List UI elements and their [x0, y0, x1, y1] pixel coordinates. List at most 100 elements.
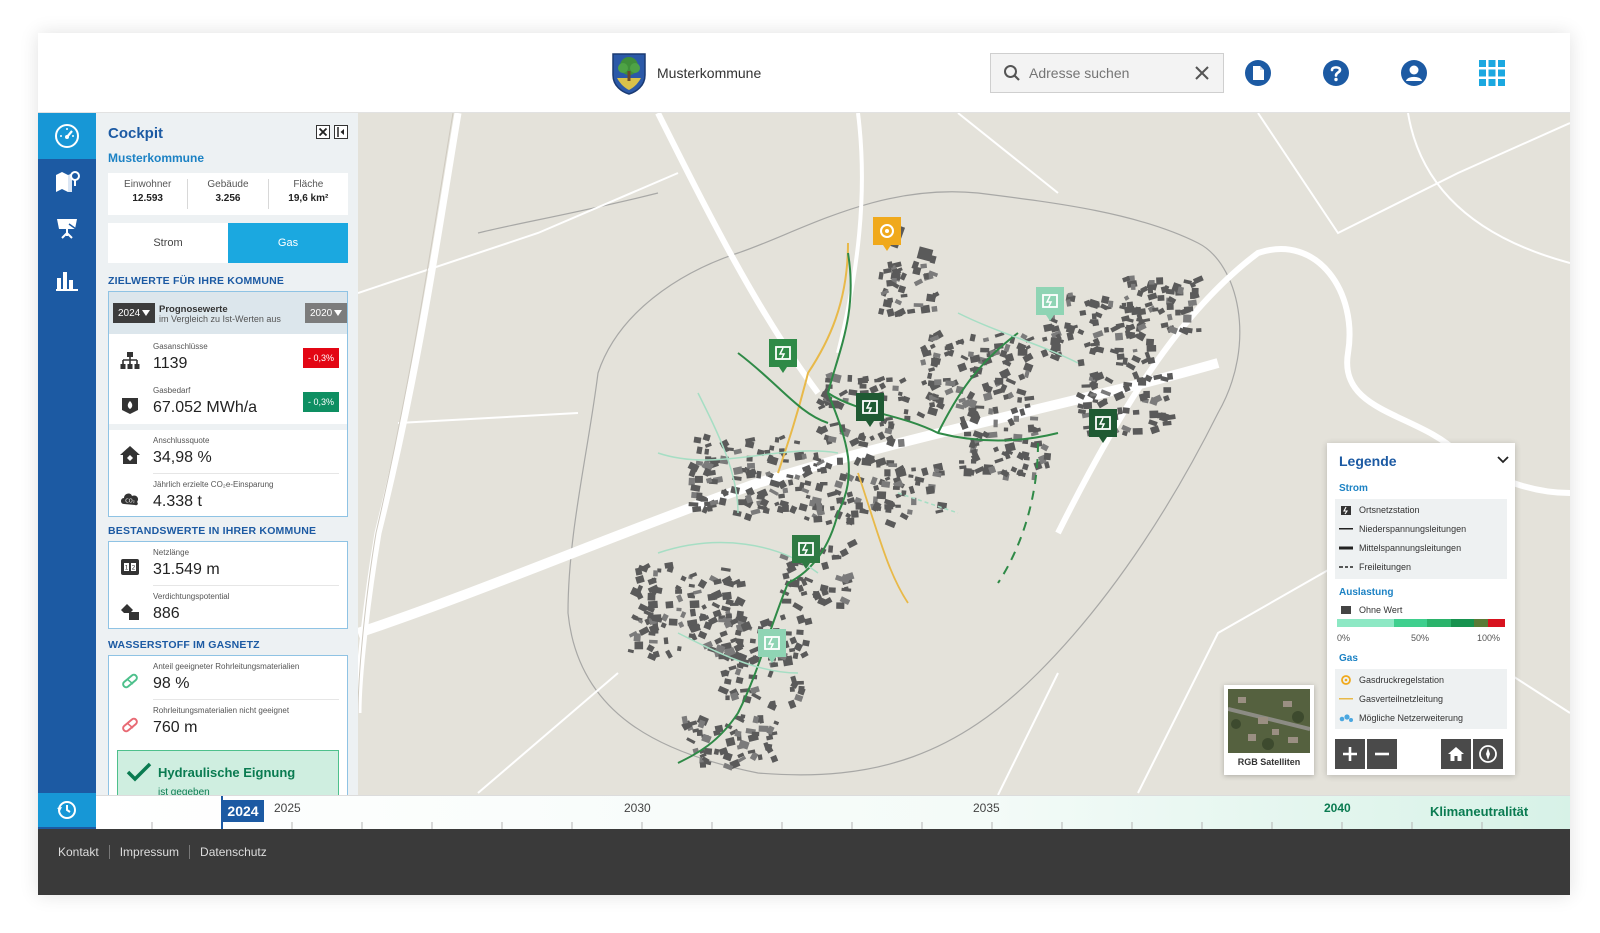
stat-buildings: Gebäude 3.256 [188, 179, 269, 209]
building [1132, 409, 1140, 415]
toggle-gas[interactable]: Gas [228, 223, 348, 263]
footer-link-imprint[interactable]: Impressum [110, 845, 191, 859]
building [751, 731, 760, 737]
user-icon[interactable] [1400, 59, 1428, 87]
zoom-in-button[interactable] [1335, 739, 1365, 769]
nav-presentation[interactable] [38, 205, 96, 251]
document-icon[interactable] [1244, 59, 1272, 87]
targets-card: 2024 Prognosewerte im Vergleich zu Ist-W… [108, 291, 348, 517]
toggle-strom[interactable]: Strom [108, 223, 228, 263]
building [634, 641, 644, 650]
line-thick-icon [1339, 541, 1353, 555]
building [718, 618, 726, 623]
building [1107, 300, 1114, 308]
address-search[interactable] [990, 53, 1224, 93]
building [653, 570, 658, 577]
checkmark-icon [126, 762, 152, 782]
nav-statistics[interactable] [38, 257, 96, 303]
building [1017, 397, 1023, 403]
building [934, 379, 942, 386]
building [885, 508, 892, 513]
building [879, 421, 885, 427]
gas-demand-icon [122, 398, 138, 414]
legend-item: Mögliche Netzerweiterung [1339, 709, 1463, 727]
building [759, 719, 764, 724]
building [1156, 277, 1164, 285]
footer-link-contact[interactable]: Kontakt [58, 845, 110, 859]
building [1081, 384, 1091, 388]
delta-badge: - 0,3% [303, 348, 339, 368]
building [1175, 309, 1181, 316]
building [778, 493, 786, 499]
building [828, 545, 834, 553]
brand[interactable]: Musterkommune [611, 51, 761, 95]
chevron-down-icon [142, 310, 151, 316]
building [694, 475, 703, 483]
year-select-right[interactable]: 2020 [305, 303, 348, 323]
building [861, 457, 872, 467]
section-inventory-heading: BESTANDSWERTE IN IHRER KOMMUNE [108, 525, 317, 537]
zoom-out-button[interactable] [1367, 739, 1397, 769]
building [886, 377, 893, 383]
svg-text:2: 2 [132, 565, 136, 572]
metric-gas-demand: Gasbedarf 67.052 MWh/a - 0,3% [109, 380, 347, 424]
building [808, 499, 816, 507]
close-icon[interactable] [1193, 64, 1211, 82]
network-tree-icon [120, 352, 140, 369]
building [920, 263, 928, 269]
building [648, 639, 658, 644]
help-icon[interactable] [1322, 59, 1350, 87]
close-icon[interactable] [316, 125, 330, 139]
timeline-bar[interactable]: 2024 2025 2030 2035 2040 Klimaneutralitä… [96, 795, 1570, 830]
minus-icon [1375, 752, 1389, 756]
home-view-button[interactable] [1441, 739, 1471, 769]
building [651, 577, 657, 582]
building [1148, 280, 1155, 285]
building [897, 438, 905, 448]
timeline-goal: Klimaneutralität [1430, 804, 1529, 819]
nav-map[interactable] [38, 159, 96, 205]
gas-line-icon [1339, 692, 1353, 706]
hydrogen-card: Anteil geeigneter Rohrleitungsmaterialie… [108, 655, 348, 795]
building [688, 477, 696, 486]
building [828, 587, 836, 593]
building [689, 600, 700, 609]
building [699, 762, 707, 768]
building [881, 480, 891, 488]
home-icon [1448, 747, 1464, 761]
search-input[interactable] [1029, 65, 1179, 81]
building [1018, 469, 1024, 477]
footer-link-privacy[interactable]: Datenschutz [190, 845, 277, 859]
building [1092, 319, 1100, 327]
forecast-header: 2024 Prognosewerte im Vergleich zu Ist-W… [109, 292, 348, 334]
app-grid-icon[interactable] [1478, 59, 1506, 87]
building [1017, 348, 1028, 356]
timeline-tick-label: 2025 [274, 801, 301, 815]
nav-timeline[interactable] [38, 793, 96, 827]
chevron-down-icon[interactable] [1497, 455, 1509, 465]
building [789, 686, 795, 692]
substation-icon [1339, 503, 1353, 517]
search-icon [1004, 65, 1020, 81]
collapse-panel-icon[interactable] [334, 125, 348, 139]
building [725, 613, 733, 619]
building [1067, 292, 1074, 297]
legend-gas-box: Gasdruckregelstation Gasverteilnetzleitu… [1335, 669, 1507, 729]
building [911, 467, 916, 472]
building [1183, 314, 1192, 323]
building [1090, 393, 1097, 397]
building [988, 408, 994, 415]
nav-cockpit[interactable] [38, 113, 96, 159]
satellite-toggle[interactable]: RGB Satelliten [1224, 685, 1314, 775]
timeline-current-year[interactable]: 2024 [222, 800, 264, 822]
timeline-tick-label: 2030 [624, 801, 651, 815]
no-value-swatch-icon [1339, 603, 1353, 617]
forecast-subtitle: im Vergleich zu Ist-Werten aus [159, 314, 281, 324]
building [1163, 387, 1172, 393]
key-stats: Einwohner 12.593 Gebäude 3.256 Fläche 19… [108, 173, 348, 215]
year-select-left[interactable]: 2024 [113, 303, 156, 323]
compass-button[interactable] [1473, 739, 1503, 769]
building [651, 614, 662, 621]
metric-network-length: 1 2 Netzlänge 31.549 m [109, 542, 347, 586]
building [1027, 424, 1035, 433]
